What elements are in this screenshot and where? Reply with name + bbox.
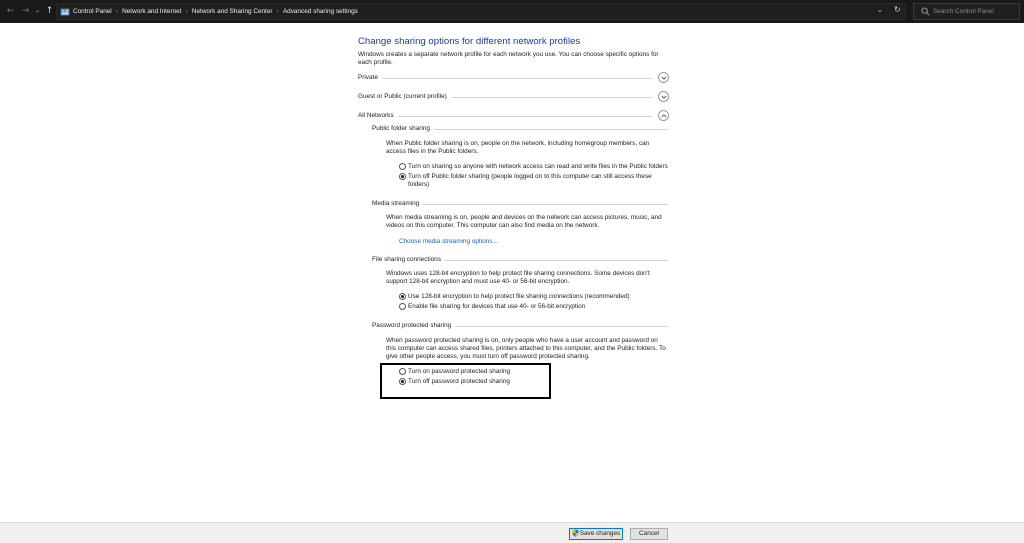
chevron-down-icon xyxy=(661,76,667,80)
divider xyxy=(358,116,652,117)
save-changes-label[interactable]: Save changes xyxy=(580,530,621,537)
breadcrumb-advanced-sharing-settings[interactable]: Advanced sharing settings xyxy=(283,8,358,15)
expand-private-button[interactable] xyxy=(658,72,669,83)
breadcrumb-separator[interactable]: › xyxy=(116,8,118,15)
radio-button-checked[interactable] xyxy=(399,173,406,180)
media-streaming-options-link[interactable]: Choose media streaming options... xyxy=(399,238,498,245)
section-heading: Public folder sharing xyxy=(372,125,434,132)
address-toolbar: ← → ⌄ ↑ Control Panel › Network and Intern… xyxy=(0,0,1024,23)
section-description: When password protected sharing is on, o… xyxy=(386,337,666,360)
save-changes-button[interactable]: Save changes xyxy=(569,528,623,540)
search-input[interactable] xyxy=(933,5,1017,18)
radio-label[interactable]: Enable file sharing for devices that use… xyxy=(408,303,670,311)
breadcrumb-network-and-internet[interactable]: Network and Internet xyxy=(122,8,181,15)
breadcrumb: Control Panel › Network and Internet › Netwo… xyxy=(73,4,358,19)
up-button[interactable]: ↑ xyxy=(44,6,55,17)
profile-private-header[interactable]: Private xyxy=(358,72,670,84)
uac-shield-icon xyxy=(572,529,579,538)
control-panel-icon xyxy=(60,8,70,16)
collapse-all-networks-button[interactable] xyxy=(658,110,669,121)
expand-guest-public-button[interactable] xyxy=(658,91,669,102)
forward-button[interactable]: → xyxy=(20,6,31,17)
section-heading: File sharing connections xyxy=(372,256,445,263)
section-heading: Media streaming xyxy=(372,200,424,207)
search-icon xyxy=(921,7,930,16)
section-description: When media streaming is on, people and d… xyxy=(386,214,662,229)
chevron-down-icon xyxy=(661,95,667,99)
section-password-sharing: Password protected sharing xyxy=(372,321,668,331)
profile-all-networks-header[interactable]: All Networks xyxy=(358,110,670,122)
page-intro: Windows creates a separate network profi… xyxy=(358,51,659,66)
back-button[interactable]: ← xyxy=(5,6,16,17)
divider xyxy=(358,78,652,79)
section-description: When Public folder sharing is on, people… xyxy=(386,140,650,155)
section-public-folder: Public folder sharing xyxy=(372,124,668,134)
annotation-highlight-box xyxy=(380,363,551,399)
radio-label[interactable]: Turn off Public folder sharing (people l… xyxy=(408,173,670,189)
profile-private-label: Private xyxy=(358,74,382,81)
radio-button[interactable] xyxy=(399,303,406,310)
profile-all-networks-label: All Networks xyxy=(358,112,398,119)
section-media-streaming: Media streaming xyxy=(372,199,668,209)
chevron-up-icon xyxy=(661,114,667,118)
radio-label[interactable]: Use 128-bit encryption to help protect f… xyxy=(408,293,670,301)
profile-guest-public-label: Guest or Public (current profile) xyxy=(358,93,451,100)
section-description: Windows uses 128-bit encryption to help … xyxy=(386,270,650,285)
breadcrumb-separator[interactable]: › xyxy=(185,8,187,15)
refresh-button[interactable]: ↻ xyxy=(894,5,901,14)
section-file-sharing: File sharing connections xyxy=(372,255,668,265)
cancel-button[interactable]: Cancel xyxy=(630,528,668,540)
footer-bar: Save changes Cancel xyxy=(0,522,1024,543)
radio-label[interactable]: Turn on sharing so anyone with network a… xyxy=(408,163,670,171)
profile-guest-public-header[interactable]: Guest or Public (current profile) xyxy=(358,91,670,103)
address-dropdown-button[interactable]: ⌄ xyxy=(877,6,883,14)
radio-button-checked[interactable] xyxy=(399,293,406,300)
radio-button[interactable] xyxy=(399,163,406,170)
breadcrumb-control-panel[interactable]: Control Panel xyxy=(73,8,112,15)
section-heading: Password protected sharing xyxy=(372,322,456,329)
breadcrumb-network-sharing-center[interactable]: Network and Sharing Center xyxy=(192,8,273,15)
search-box[interactable] xyxy=(913,3,1020,20)
recent-locations-button[interactable]: ⌄ xyxy=(35,7,40,14)
breadcrumb-separator[interactable]: › xyxy=(277,8,279,15)
address-bar[interactable]: Control Panel › Network and Internet › Netwo… xyxy=(56,3,906,20)
page-title: Change sharing options for different net… xyxy=(358,36,581,47)
